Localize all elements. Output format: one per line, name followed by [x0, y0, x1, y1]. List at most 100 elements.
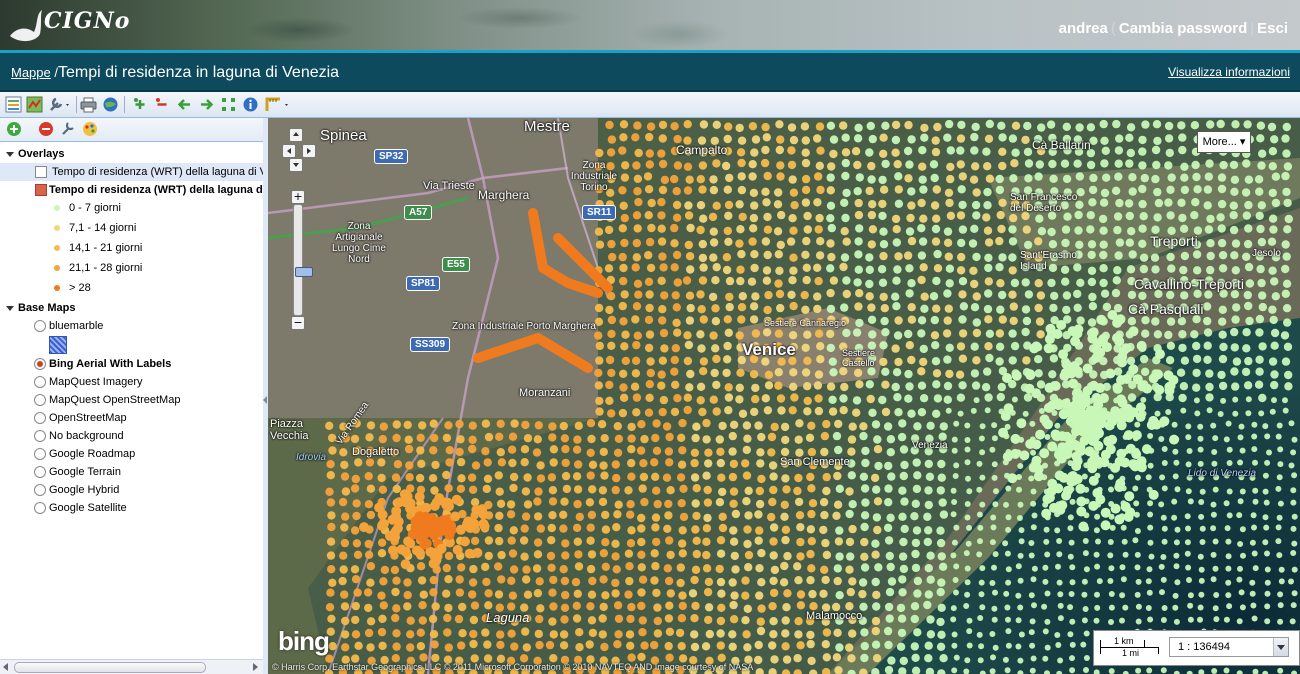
overlays-folder[interactable]: Overlays [0, 145, 263, 163]
wrt-point [832, 653, 842, 662]
base-map-radio[interactable] [34, 320, 46, 332]
pan-down-button[interactable] [289, 158, 303, 172]
wrt-point [678, 446, 687, 455]
scale-ratio-select[interactable]: 1 : 136494 [1169, 637, 1289, 657]
wrt-point [1238, 423, 1245, 430]
app-logo-text[interactable]: CIGNo [44, 8, 130, 34]
wrt-point [587, 550, 597, 559]
wrt-point [878, 175, 887, 185]
base-map-item[interactable]: MapQuest Imagery [0, 373, 263, 391]
base-map-radio[interactable] [34, 466, 46, 478]
zoom-in-icon[interactable] [132, 96, 149, 113]
wrt-point [547, 523, 556, 533]
base-map-item[interactable]: bluemarble [0, 317, 263, 335]
base-map-radio[interactable] [34, 376, 46, 388]
base-map-radio[interactable] [34, 358, 46, 370]
base-map-item[interactable]: Google Satellite [0, 499, 263, 517]
layer-visibility-checkbox[interactable] [35, 184, 47, 196]
map-canvas[interactable] [268, 118, 1300, 674]
wrt-point [964, 459, 971, 466]
base-map-radio[interactable] [34, 412, 46, 424]
scrollbar-thumb[interactable] [14, 662, 206, 673]
wrt-point [586, 523, 595, 532]
base-map-item[interactable]: No background [0, 427, 263, 445]
wrt-point [651, 523, 660, 532]
pan-right-button[interactable] [302, 144, 316, 158]
layer-properties-icon[interactable] [5, 96, 22, 113]
show-info-link[interactable]: Visualizza informazioni [1168, 65, 1290, 79]
info-icon[interactable] [242, 96, 259, 113]
wrt-point [684, 211, 694, 220]
zoom-out-icon[interactable] [154, 96, 171, 113]
wrt-point [1229, 211, 1238, 220]
base-map-item[interactable]: Google Terrain [0, 463, 263, 481]
forward-icon[interactable] [198, 96, 215, 113]
wrt-point [697, 305, 706, 314]
style-icon[interactable] [82, 121, 98, 137]
base-map-item[interactable]: MapQuest OpenStreetMap [0, 391, 263, 409]
base-map-item[interactable]: Bing Aerial With Labels [0, 355, 263, 373]
collapse-arrow-icon[interactable] [263, 396, 267, 404]
layer-visibility-checkbox[interactable] [35, 166, 47, 178]
base-map-radio[interactable] [34, 430, 46, 442]
wrt-point [690, 630, 699, 639]
wrt-point [840, 227, 849, 236]
google-earth-icon[interactable] [102, 96, 119, 113]
change-password-link[interactable]: Cambia password [1119, 20, 1247, 37]
wrt-point [701, 642, 711, 651]
wrt-point [1166, 290, 1175, 300]
more-layers-button[interactable]: More... ▾ [1197, 131, 1251, 153]
wrt-point [685, 291, 695, 300]
wrt-point [1230, 251, 1239, 260]
overlay-layer-item[interactable]: Tempo di residenza (WRT) della laguna di [0, 181, 266, 199]
base-map-item[interactable]: OpenStreetMap [0, 409, 263, 427]
base-map-radio[interactable] [34, 502, 46, 514]
layer-settings-icon[interactable] [60, 121, 76, 137]
logout-link[interactable]: Esci [1257, 20, 1288, 37]
base-map-item[interactable]: Google Hybrid [0, 481, 263, 499]
username[interactable]: andrea [1059, 20, 1108, 37]
scroll-right-arrow-icon[interactable] [253, 663, 258, 671]
wrt-point [724, 122, 733, 131]
map-export-icon[interactable] [26, 96, 43, 113]
select-dropdown-icon[interactable] [1273, 638, 1288, 656]
remove-layer-icon[interactable] [38, 121, 54, 137]
pan-up-button[interactable] [289, 128, 303, 142]
wrt-point [702, 564, 712, 573]
base-maps-folder[interactable]: Base Maps [0, 299, 263, 317]
add-layer-icon[interactable] [6, 121, 22, 137]
base-map-radio[interactable] [34, 484, 46, 496]
zoom-slider-thumb[interactable] [295, 267, 313, 277]
tools-dropdown-icon[interactable] [48, 96, 72, 113]
wrt-point [1250, 602, 1257, 609]
wrt-point [937, 552, 946, 561]
scroll-left-arrow-icon[interactable] [3, 663, 8, 671]
base-map-item[interactable]: Google Roadmap [0, 445, 263, 463]
wrt-point [494, 590, 504, 599]
zoom-extent-icon[interactable] [220, 96, 237, 113]
back-icon[interactable] [176, 96, 193, 113]
wrt-point [998, 315, 1007, 324]
wrt-point [1244, 200, 1253, 210]
wrt-point [1061, 431, 1072, 442]
zoom-minus-button[interactable]: − [291, 316, 305, 330]
breadcrumb-maps-link[interactable]: Mappe [11, 65, 51, 80]
wrt-point [391, 587, 400, 597]
zoom-slider-track[interactable] [293, 204, 313, 316]
zoom-plus-button[interactable]: + [291, 190, 305, 204]
wrt-point [1069, 579, 1076, 586]
print-icon[interactable] [80, 96, 97, 113]
map-viewport[interactable]: SP32 SR11 A57 E55 SP81 SS309 Mestre Spin… [268, 118, 1300, 674]
pan-left-button[interactable] [282, 144, 296, 158]
wrt-point [1132, 537, 1139, 544]
measure-dropdown-icon[interactable] [264, 96, 292, 113]
wrt-point [821, 640, 830, 649]
horizontal-scrollbar[interactable] [0, 659, 263, 674]
wrt-point [1276, 422, 1283, 429]
overlay-layer-item[interactable]: Tempo di residenza (WRT) della laguna di… [0, 163, 267, 181]
expand-triangle-icon[interactable] [6, 306, 14, 311]
wrt-point [494, 523, 503, 533]
base-map-radio[interactable] [34, 448, 46, 460]
base-map-radio[interactable] [34, 394, 46, 406]
expand-triangle-icon[interactable] [6, 152, 14, 157]
